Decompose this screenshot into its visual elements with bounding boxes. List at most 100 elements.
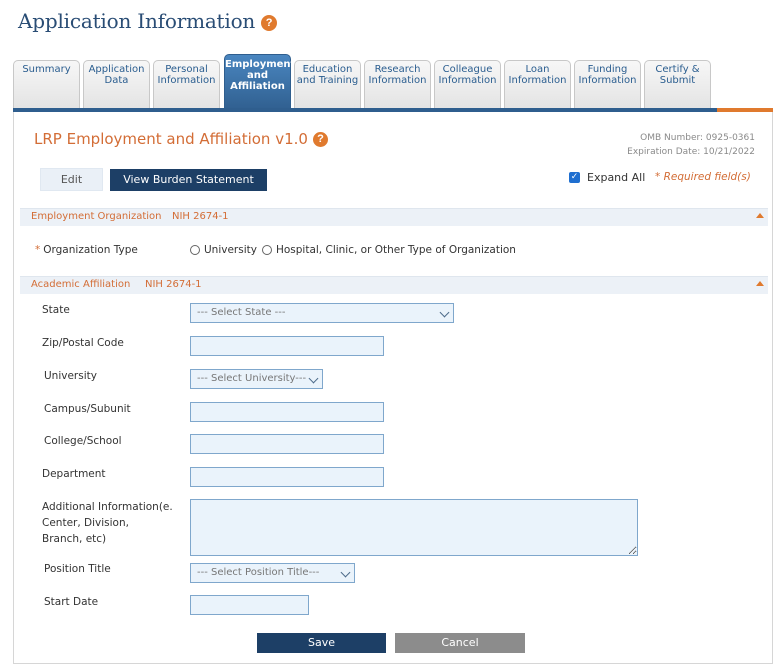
save-button[interactable]: Save bbox=[257, 633, 386, 653]
tab-label: Employment bbox=[225, 59, 296, 70]
form-panel: LRP Employment and Affiliation v1.0 ? OM… bbox=[13, 112, 773, 664]
required-marker: * bbox=[35, 244, 41, 256]
state-select[interactable]: --- Select State --- bbox=[190, 303, 454, 323]
required-fields-note: * Required field(s) bbox=[655, 171, 751, 183]
college-field[interactable] bbox=[190, 434, 384, 454]
radio-button[interactable] bbox=[261, 245, 272, 255]
tab-label: Education bbox=[302, 64, 353, 75]
collapse-caret-icon[interactable] bbox=[756, 213, 764, 218]
position-title-label: Position Title bbox=[44, 563, 111, 575]
page-header: Application Information ? bbox=[18, 9, 278, 33]
tab-label: and Training bbox=[296, 75, 359, 86]
panel-title: LRP Employment and Affiliation v1.0 bbox=[34, 130, 308, 148]
department-label: Department bbox=[42, 468, 106, 480]
start-date-label: Start Date bbox=[44, 596, 99, 608]
chevron-down-icon bbox=[338, 564, 354, 582]
tab-colleague-information[interactable]: Colleague Information bbox=[434, 60, 501, 112]
tab-label: Data bbox=[104, 75, 129, 86]
tab-application-data[interactable]: Application Data bbox=[83, 60, 150, 112]
expand-all-checkbox[interactable]: ✓ bbox=[569, 172, 580, 183]
chevron-down-icon bbox=[306, 370, 322, 388]
tab-label: Affiliation bbox=[230, 81, 285, 92]
tab-label: Information bbox=[578, 75, 637, 86]
tab-summary[interactable]: Summary bbox=[13, 60, 80, 112]
omb-number: OMB Number: 0925-0361 bbox=[640, 133, 755, 143]
tab-research-information[interactable]: Research Information bbox=[364, 60, 431, 112]
state-label: State bbox=[42, 304, 70, 316]
radio-label: Hospital, Clinic, or Other Type of Organ… bbox=[275, 244, 516, 256]
section-academic-affiliation[interactable]: Academic Affiliation NIH 2674-1 bbox=[20, 276, 768, 294]
section-title: Academic Affiliation bbox=[31, 279, 131, 290]
college-label: College/School bbox=[44, 435, 122, 447]
expand-all-label: Expand All bbox=[587, 171, 646, 184]
tab-label: Personal bbox=[165, 64, 208, 75]
section-title: Employment Organization bbox=[31, 211, 162, 222]
university-select[interactable]: --- Select University--- bbox=[190, 369, 323, 389]
zip-input[interactable] bbox=[191, 337, 383, 355]
omb-info: OMB Number: 0925-0361 Expiration Date: 1… bbox=[627, 131, 755, 159]
help-icon[interactable]: ? bbox=[312, 131, 328, 147]
campus-field[interactable] bbox=[190, 402, 384, 422]
radio-option-hospital-clinic[interactable]: Hospital, Clinic, or Other Type of Organ… bbox=[261, 244, 516, 256]
tab-label: Funding bbox=[587, 64, 628, 75]
university-label: University bbox=[44, 370, 97, 382]
tab-label: Application bbox=[88, 64, 145, 75]
tab-label: Research bbox=[374, 64, 421, 75]
expiration-date: Expiration Date: 10/21/2022 bbox=[627, 147, 755, 157]
radio-button[interactable] bbox=[190, 245, 200, 255]
tab-label: Information bbox=[438, 75, 497, 86]
campus-label: Campus/Subunit bbox=[44, 403, 131, 415]
section-form-code: NIH 2674-1 bbox=[172, 211, 229, 222]
tab-label: and bbox=[246, 70, 269, 81]
department-input[interactable] bbox=[191, 468, 383, 486]
organization-type-radio-group: University Hospital, Clinic, or Other Ty… bbox=[190, 244, 521, 256]
section-form-code: NIH 2674-1 bbox=[145, 279, 202, 290]
additional-info-label-line: Branch, etc) bbox=[42, 533, 107, 545]
organization-type-text: Organization Type bbox=[43, 244, 138, 256]
additional-info-textarea[interactable] bbox=[191, 500, 637, 555]
collapse-caret-icon[interactable] bbox=[756, 281, 764, 286]
zip-label: Zip/Postal Code bbox=[42, 337, 124, 349]
state-selected-value: --- Select State --- bbox=[197, 307, 286, 318]
tab-funding-information[interactable]: Funding Information bbox=[574, 60, 641, 112]
start-date-field[interactable] bbox=[190, 595, 309, 615]
panel-header: LRP Employment and Affiliation v1.0 ? bbox=[34, 130, 328, 148]
college-input[interactable] bbox=[191, 435, 383, 453]
tab-label: Information bbox=[508, 75, 567, 86]
campus-input[interactable] bbox=[191, 403, 383, 421]
tab-label: Colleague bbox=[442, 64, 493, 75]
tab-loan-information[interactable]: Loan Information bbox=[504, 60, 571, 112]
tab-label: Summary bbox=[22, 64, 71, 75]
expand-all-control[interactable]: ✓ Expand All bbox=[569, 171, 645, 184]
tab-certify-submit[interactable]: Certify & Submit bbox=[644, 60, 711, 112]
tab-label: Certify & bbox=[655, 64, 700, 75]
university-selected-value: --- Select University--- bbox=[197, 373, 307, 384]
additional-info-label-line: Additional Information(e. bbox=[42, 501, 173, 513]
zip-field[interactable] bbox=[190, 336, 384, 356]
tab-personal-information[interactable]: Personal Information bbox=[153, 60, 220, 112]
additional-info-label-line: Center, Division, bbox=[42, 517, 129, 529]
tab-bar: Summary Application Data Personal Inform… bbox=[13, 54, 773, 112]
additional-info-field[interactable] bbox=[190, 499, 638, 556]
start-date-input[interactable] bbox=[191, 596, 308, 614]
page-title: Application Information bbox=[18, 9, 256, 33]
tab-label: Loan bbox=[525, 64, 550, 75]
position-title-select[interactable]: --- Select Position Title--- bbox=[190, 563, 355, 583]
cancel-button[interactable]: Cancel bbox=[395, 633, 525, 653]
radio-label: University bbox=[204, 244, 257, 256]
tab-label: Submit bbox=[659, 75, 696, 86]
edit-button[interactable]: Edit bbox=[40, 168, 103, 191]
tab-label: Information bbox=[368, 75, 427, 86]
organization-type-label: * Organization Type bbox=[35, 244, 138, 256]
tab-label: Information bbox=[157, 75, 216, 86]
section-employment-organization[interactable]: Employment Organization NIH 2674-1 bbox=[20, 208, 768, 226]
department-field[interactable] bbox=[190, 467, 384, 487]
tab-employment-affiliation[interactable]: Employment and Affiliation bbox=[224, 54, 296, 112]
chevron-down-icon bbox=[437, 304, 453, 322]
radio-option-university[interactable]: University bbox=[190, 244, 257, 256]
view-burden-statement-button[interactable]: View Burden Statement bbox=[110, 169, 267, 191]
tab-education-training[interactable]: Education and Training bbox=[294, 60, 361, 112]
help-icon[interactable]: ? bbox=[261, 15, 278, 31]
position-title-selected-value: --- Select Position Title--- bbox=[197, 567, 320, 578]
additional-info-label: Additional Information(e. Center, Divisi… bbox=[42, 499, 184, 547]
